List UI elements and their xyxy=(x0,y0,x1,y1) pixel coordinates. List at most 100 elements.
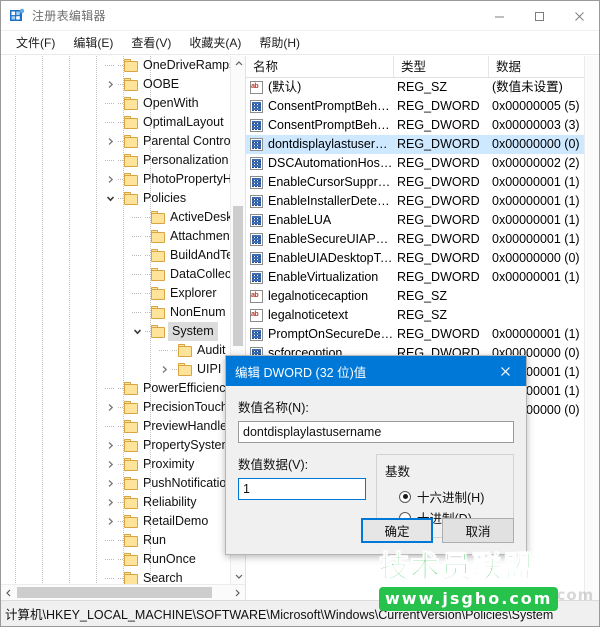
tree-item-nonenum[interactable]: NonEnum xyxy=(1,303,230,322)
folder-icon xyxy=(151,211,165,224)
tree-item-retaildemo[interactable]: RetailDemo xyxy=(1,512,230,531)
dialog-body: 数值名称(N): dontdisplaylastusername 数值数据(V)… xyxy=(226,386,526,538)
chevron-right-icon[interactable] xyxy=(103,398,118,417)
table-row[interactable]: EnableInstallerDetection REG_DWORD 0x00000… xyxy=(246,192,584,211)
tree-scroll-up-icon[interactable] xyxy=(231,56,245,72)
table-row[interactable]: ab legalnoticecaption REG_SZ xyxy=(246,287,584,306)
value-data-column: 数值数据(V): 1 xyxy=(238,454,366,538)
tree-branch-line xyxy=(157,341,172,360)
radio-hexadecimal-icon[interactable] xyxy=(399,490,411,503)
ok-button[interactable]: 确定 xyxy=(361,518,433,543)
tree-item-run[interactable]: Run xyxy=(1,531,230,550)
tree-hscroll-thumb[interactable] xyxy=(17,587,212,598)
table-row[interactable]: DSCAutomationHostEnabl...REG_DWORD 0x0000… xyxy=(246,154,584,173)
tree-item-activedesktop[interactable]: ActiveDesktop xyxy=(1,208,230,227)
table-row[interactable]: ab (默认) REG_SZ (数值未设置) xyxy=(246,78,584,97)
tree-item-oobe[interactable]: OOBE xyxy=(1,75,230,94)
tree-item-powerefficiencydiagnos[interactable]: PowerEfficiencyDiagnos xyxy=(1,379,230,398)
chevron-right-icon[interactable] xyxy=(103,512,118,531)
chevron-right-icon[interactable] xyxy=(103,493,118,512)
tree-item-runonce[interactable]: RunOnce xyxy=(1,550,230,569)
value-name: EnableCursorSuppression xyxy=(268,175,394,189)
dialog-close-button[interactable] xyxy=(484,356,526,386)
tree-hscroll-track[interactable] xyxy=(17,585,229,600)
value-data-input[interactable]: 1 xyxy=(238,478,366,500)
tree-horizontal-scrollbar[interactable] xyxy=(1,584,245,600)
cell-data: 0x00000001 (1) xyxy=(492,232,580,246)
dword-value-icon xyxy=(250,156,264,171)
cell-name: ConsentPromptBehaviorU... xyxy=(246,116,394,135)
tree-item-search[interactable]: Search xyxy=(1,569,230,584)
radio-hexadecimal[interactable]: 十六进制(H) xyxy=(385,486,505,507)
table-row[interactable]: PromptOnSecureDesktopREG_DWORD 0x00000001… xyxy=(246,325,584,344)
chevron-right-icon[interactable] xyxy=(103,75,118,94)
tree-item-datacollection[interactable]: DataCollection xyxy=(1,265,230,284)
chevron-down-icon[interactable] xyxy=(130,322,145,341)
table-row[interactable]: EnableLUA REG_DWORD 0x00000001 (1) xyxy=(246,211,584,230)
cancel-button[interactable]: 取消 xyxy=(442,518,514,543)
close-button[interactable] xyxy=(559,1,599,31)
chevron-right-icon[interactable] xyxy=(157,360,172,379)
folder-icon xyxy=(124,534,138,547)
dword-value-icon xyxy=(250,232,264,247)
tree-item-policies[interactable]: Policies xyxy=(1,189,230,208)
tree-item-openwith[interactable]: OpenWith xyxy=(1,94,230,113)
menu-favorites[interactable]: 收藏夹(A) xyxy=(180,31,250,55)
tree-item-buildandtel[interactable]: BuildAndTel xyxy=(1,246,230,265)
chevron-right-icon[interactable] xyxy=(103,436,118,455)
tree-item-propertysystem[interactable]: PropertySystem xyxy=(1,436,230,455)
minimize-button[interactable] xyxy=(479,1,519,31)
tree-item-audit[interactable]: Audit xyxy=(1,341,230,360)
tree-item-pushnotifications[interactable]: PushNotifications xyxy=(1,474,230,493)
table-row[interactable]: ab legalnoticetext REG_SZ xyxy=(246,306,584,325)
table-row[interactable]: ConsentPromptBehaviorA...REG_DWORD 0x0000… xyxy=(246,97,584,116)
tree-item-parental-controls[interactable]: Parental Controls xyxy=(1,132,230,151)
tree-branch-line xyxy=(103,531,118,550)
menu-edit[interactable]: 编辑(E) xyxy=(64,31,122,55)
tree-item-label: PhotoPropertyHandler xyxy=(143,172,230,186)
tree-item-system[interactable]: System xyxy=(1,322,230,341)
tree-scroll-down-icon[interactable] xyxy=(231,568,245,584)
chevron-right-icon[interactable] xyxy=(103,455,118,474)
chevron-down-icon[interactable] xyxy=(103,189,118,208)
tree-item-personalization[interactable]: Personalization xyxy=(1,151,230,170)
tree-item-attachments[interactable]: Attachments xyxy=(1,227,230,246)
tree-item-previewhandlers[interactable]: PreviewHandlers xyxy=(1,417,230,436)
table-row[interactable]: EnableUIADesktopToggleREG_DWORD 0x0000000… xyxy=(246,249,584,268)
cell-type: REG_DWORD xyxy=(397,213,480,227)
tree-item-optimallayout[interactable]: OptimalLayout xyxy=(1,113,230,132)
tree-item-reliability[interactable]: Reliability xyxy=(1,493,230,512)
cell-name: EnableCursorSuppression xyxy=(246,173,394,192)
chevron-right-icon[interactable] xyxy=(103,170,118,189)
cell-type: REG_DWORD xyxy=(397,118,480,132)
table-row[interactable]: ConsentPromptBehaviorU...REG_DWORD 0x0000… xyxy=(246,116,584,135)
tree-item-precisiontouchpad[interactable]: PrecisionTouchPad xyxy=(1,398,230,417)
column-header-name[interactable]: 名称 xyxy=(246,56,394,77)
tree-scroll-left-icon[interactable] xyxy=(1,585,17,600)
value-name: ConsentPromptBehaviorA... xyxy=(268,99,394,113)
column-header-type[interactable]: 类型 xyxy=(394,56,489,77)
tree-scroll-right-icon[interactable] xyxy=(229,585,245,600)
table-row[interactable]: EnableSecureUIAPaths REG_DWORD 0x00000001 … xyxy=(246,230,584,249)
menu-help[interactable]: 帮助(H) xyxy=(250,31,309,55)
menu-file[interactable]: 文件(F) xyxy=(7,31,64,55)
column-header-data[interactable]: 数据 xyxy=(489,56,599,77)
title-bar: 注册表编辑器 xyxy=(1,1,599,31)
cell-name: DSCAutomationHostEnabl... xyxy=(246,154,394,173)
list-vertical-scrollbar[interactable] xyxy=(584,56,599,600)
menu-view[interactable]: 查看(V) xyxy=(122,31,180,55)
chevron-right-icon[interactable] xyxy=(103,132,118,151)
table-row[interactable]: EnableCursorSuppressionREG_DWORD 0x000000… xyxy=(246,173,584,192)
tree-item-photopropertyhandler[interactable]: PhotoPropertyHandler xyxy=(1,170,230,189)
tree-viewport[interactable]: OneDriveRamps OOBE OpenWith OptimalLayout Pa… xyxy=(1,56,230,584)
tree-item-uipi[interactable]: UIPI xyxy=(1,360,230,379)
table-row[interactable]: dontdisplaylastusername REG_DWORD 0x000000… xyxy=(246,135,584,154)
tree-item-onedriveramps[interactable]: OneDriveRamps xyxy=(1,56,230,75)
tree-item-explorer[interactable]: Explorer xyxy=(1,284,230,303)
tree-item-proximity[interactable]: Proximity xyxy=(1,455,230,474)
table-row[interactable]: EnableVirtualization REG_DWORD 0x00000001 … xyxy=(246,268,584,287)
value-name-input[interactable]: dontdisplaylastusername xyxy=(238,421,514,443)
chevron-right-icon[interactable] xyxy=(103,474,118,493)
tree-scroll-thumb[interactable] xyxy=(233,206,243,346)
maximize-button[interactable] xyxy=(519,1,559,31)
